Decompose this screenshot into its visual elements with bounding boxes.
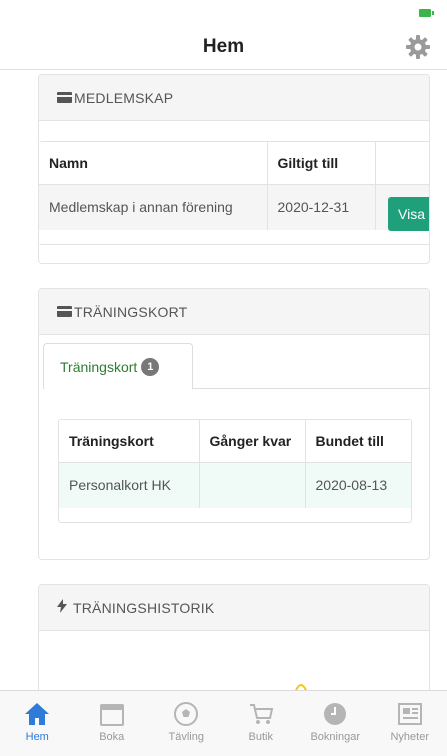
bottom-tab-bar: Hem Boka Tävling Butik Bokningar Nyheter — [0, 690, 447, 756]
newspaper-icon — [397, 703, 422, 725]
content-scroll[interactable]: MEDLEMSKAP Namn Giltigt till Medlemskap … — [0, 70, 447, 690]
clock-icon — [324, 703, 347, 725]
nav-bar: Hem — [0, 26, 447, 70]
column-header-valid-to: Giltigt till — [267, 142, 376, 185]
home-icon — [25, 703, 50, 725]
training-history-title: TRÄNINGSHISTORIK — [73, 599, 215, 616]
tab-bokningar[interactable]: Bokningar — [298, 691, 373, 756]
bolt-icon — [57, 599, 67, 616]
column-header-bound-to: Bundet till — [305, 420, 411, 463]
credit-card-icon — [57, 306, 72, 317]
status-bar — [0, 0, 447, 26]
soccer-ball-icon — [174, 702, 199, 726]
table-row: Medlemskap i annan förening 2020-12-31 — [39, 184, 429, 230]
training-history-panel: TRÄNINGSHISTORIK 2 — [38, 584, 430, 690]
tab-label: Hem — [25, 731, 49, 743]
card-name-cell: Personalkort HK — [59, 462, 200, 508]
membership-title: MEDLEMSKAP — [74, 89, 174, 106]
column-header-card: Träningskort — [59, 420, 200, 463]
tab-label: Butik — [248, 731, 273, 743]
training-cards-panel: TRÄNINGSKORT Träningskort 1 Träningskort… — [38, 288, 430, 560]
table-header-row: Namn Giltigt till — [39, 142, 429, 185]
training-cards-title: TRÄNINGSKORT — [74, 303, 188, 320]
membership-header: MEDLEMSKAP — [39, 75, 429, 121]
training-cards-table: Träningskort Gånger kvar Bundet till Per… — [58, 419, 412, 523]
membership-table: Namn Giltigt till Medlemskap i annan för… — [39, 141, 429, 245]
tab-boka[interactable]: Boka — [75, 691, 150, 756]
tab-nyheter[interactable]: Nyheter — [373, 691, 447, 756]
column-header-name: Namn — [39, 142, 268, 185]
tab-label: Bokningar — [310, 731, 361, 743]
tab-label: Träningskort — [60, 358, 138, 375]
membership-panel: MEDLEMSKAP Namn Giltigt till Medlemskap … — [38, 74, 430, 264]
calendar-icon — [99, 704, 124, 726]
training-cards-header: TRÄNINGSKORT — [39, 289, 429, 335]
gear-icon[interactable] — [405, 34, 431, 60]
tab-label: Nyheter — [390, 731, 430, 743]
tab-divider — [193, 388, 429, 389]
training-history-chart: 2 — [295, 684, 307, 690]
membership-valid-cell: 2020-12-31 — [267, 184, 376, 230]
card-remaining-cell — [199, 462, 306, 508]
column-header-actions — [375, 142, 429, 185]
cart-icon — [249, 704, 273, 724]
membership-name-cell: Medlemskap i annan förening — [39, 184, 268, 230]
tab-label: Boka — [99, 731, 125, 743]
table-row[interactable]: Personalkort HK 2020-08-13 — [59, 462, 411, 508]
column-header-remaining: Gånger kvar — [199, 420, 306, 463]
card-bound-cell: 2020-08-13 — [315, 477, 388, 494]
tab-training-cards[interactable]: Träningskort 1 — [43, 343, 193, 389]
table-header-row: Träningskort Gånger kvar Bundet till — [59, 420, 411, 463]
view-membership-button[interactable]: Visa — [388, 197, 429, 231]
tab-butik[interactable]: Butik — [224, 691, 299, 756]
tab-hem[interactable]: Hem — [0, 691, 75, 756]
credit-card-icon — [57, 92, 72, 103]
count-badge: 1 — [141, 357, 160, 376]
tab-label: Tävling — [168, 731, 204, 743]
tab-tavling[interactable]: Tävling — [149, 691, 224, 756]
page-title: Hem — [202, 36, 245, 57]
battery-icon — [419, 9, 434, 17]
training-history-header: TRÄNINGSHISTORIK — [39, 585, 429, 631]
